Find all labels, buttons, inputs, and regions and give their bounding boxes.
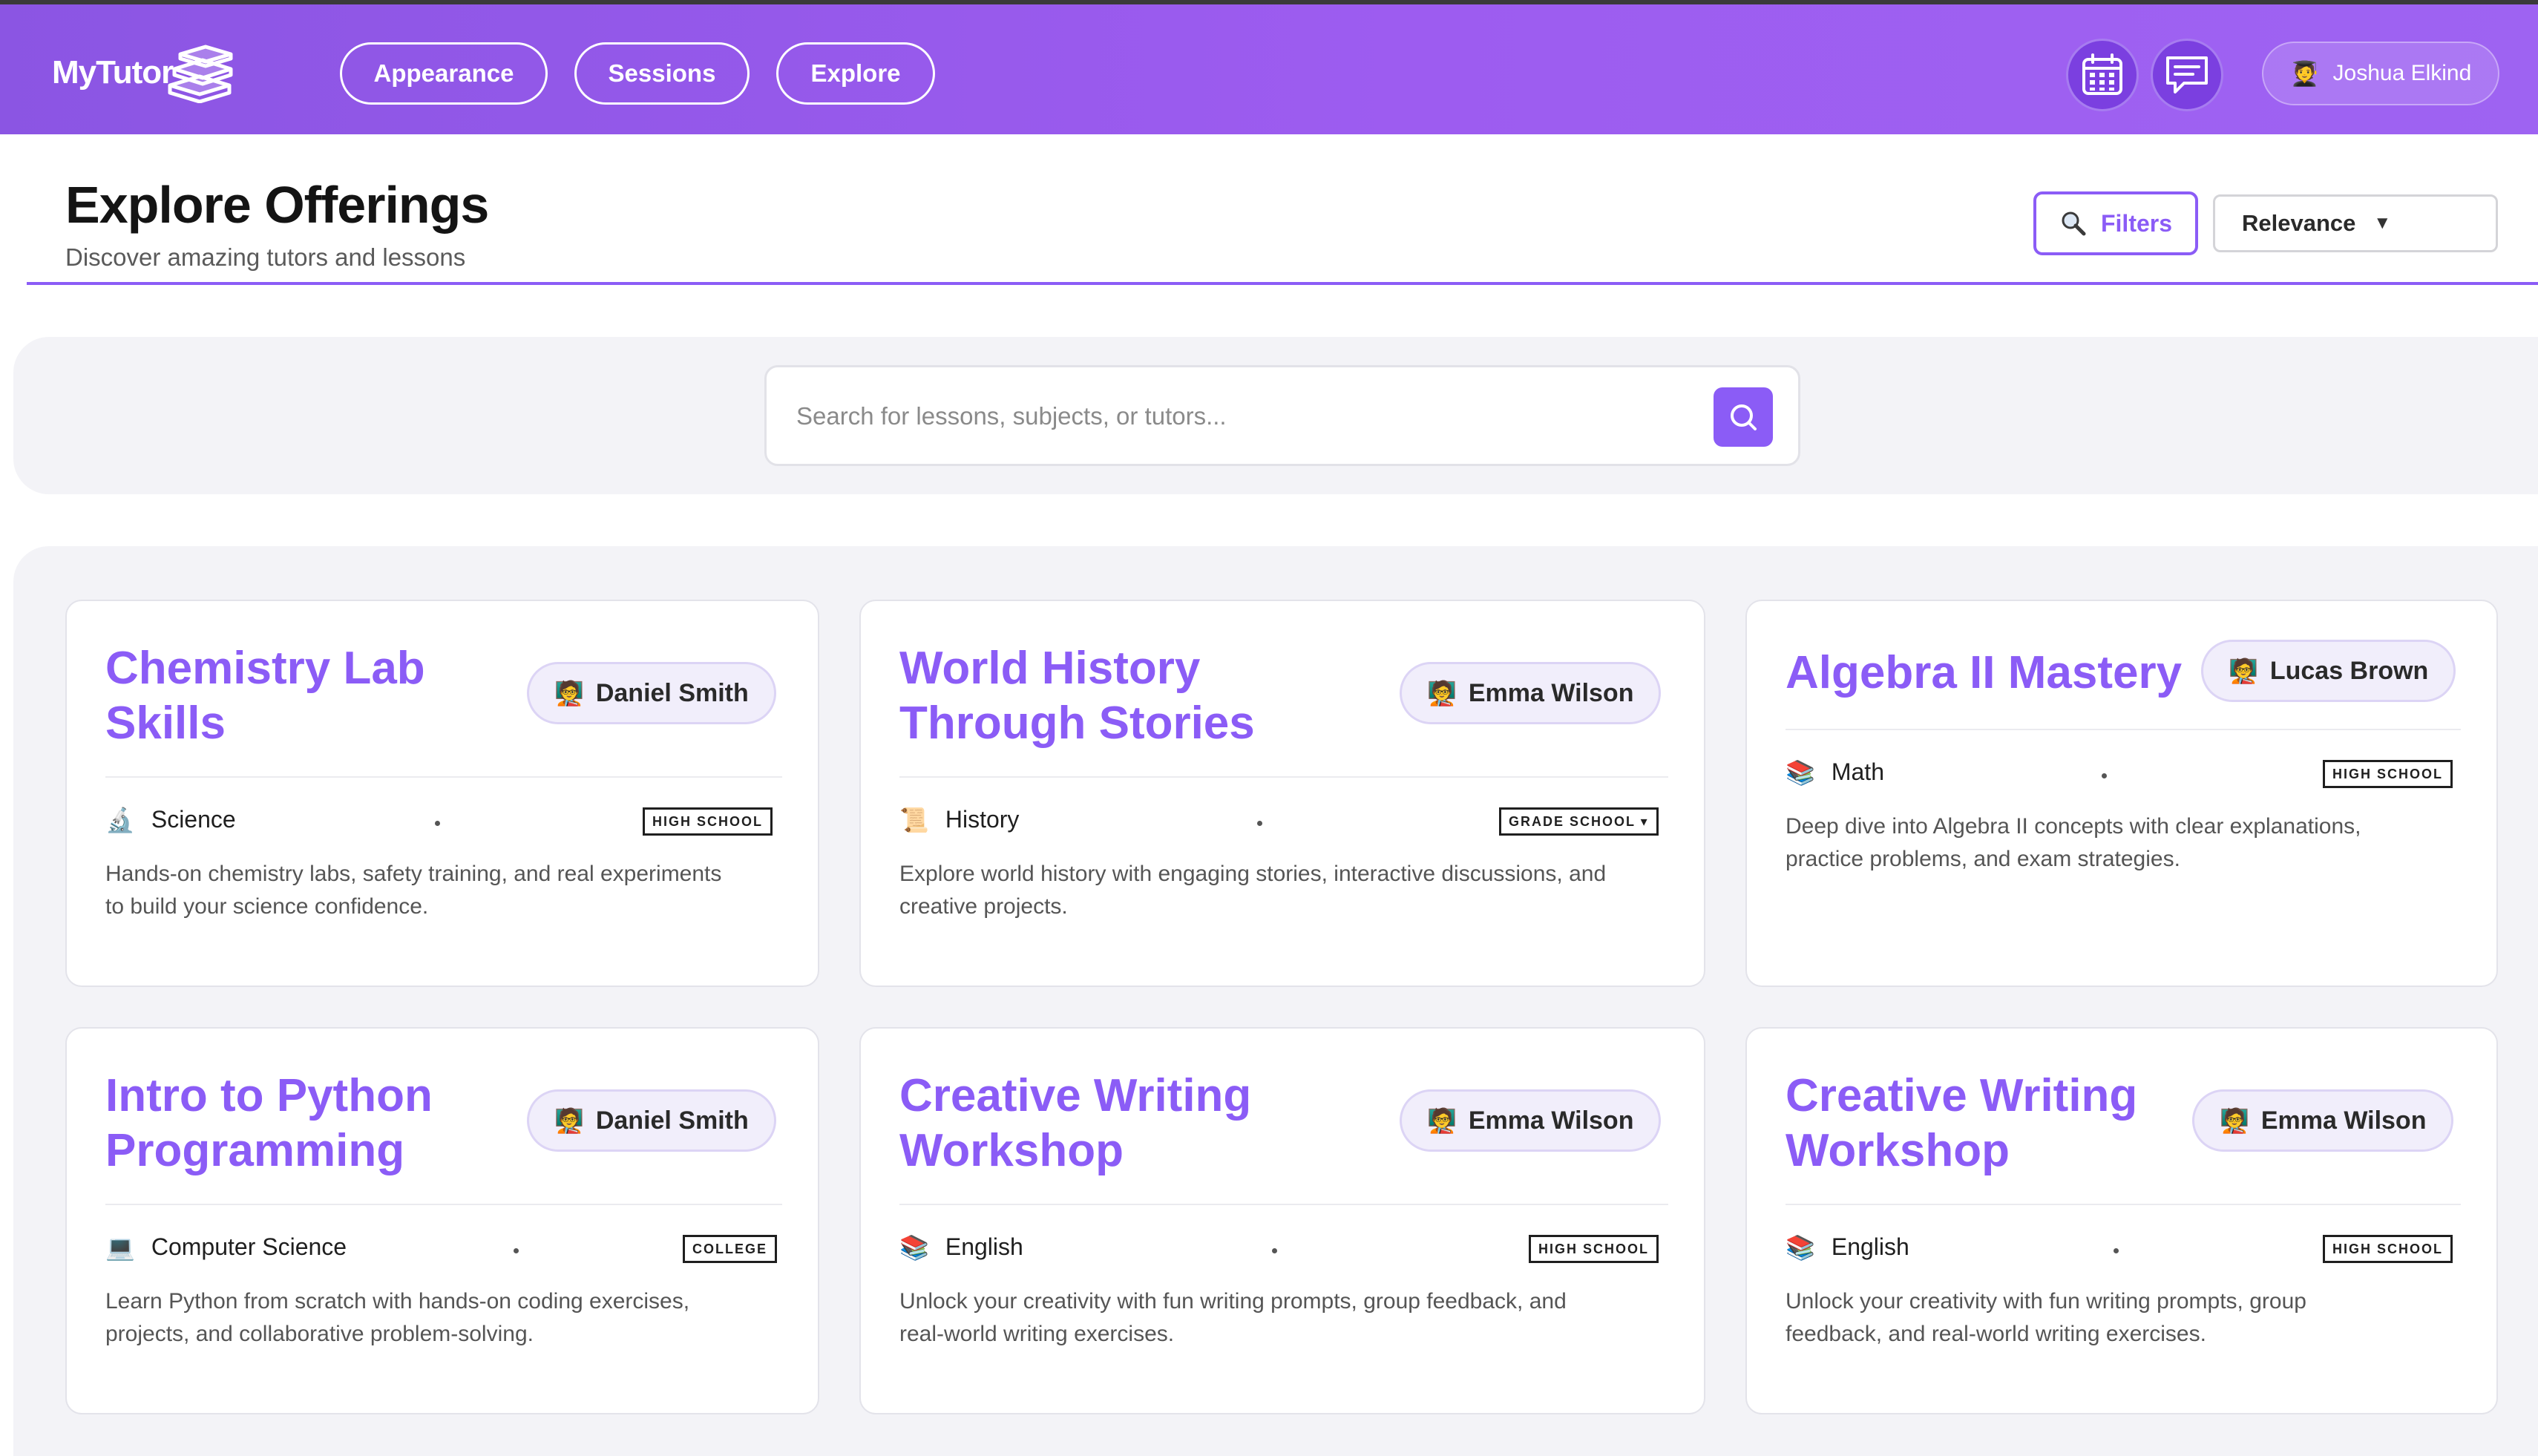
calendar-icon	[2082, 53, 2122, 95]
books-icon: 📚	[1786, 758, 1815, 787]
books-logo-icon	[168, 45, 233, 103]
card-divider	[899, 776, 1668, 778]
brand-name: MyTutor	[52, 54, 174, 91]
books-icon: 📚	[899, 1233, 929, 1262]
sort-value: Relevance	[2242, 210, 2356, 236]
tutor-name: Lucas Brown	[2269, 656, 2429, 685]
search-icon	[1731, 404, 1757, 430]
level-badge: HIGH SCHOOL	[2323, 760, 2453, 788]
offering-card[interactable]: Chemistry Lab Skills 🧑‍🏫 Daniel Smith 🔬 S…	[65, 600, 819, 987]
offering-description: Hands-on chemistry labs, safety training…	[105, 862, 722, 919]
subject-row: 📜 History	[899, 806, 1019, 833]
tutor-name: Emma Wilson	[1468, 678, 1634, 707]
separator-dot	[435, 821, 440, 826]
offering-description: Deep dive into Algebra II concepts with …	[1786, 814, 2361, 871]
top-navbar: MyTutor Appearance Sessions Explore	[0, 4, 2538, 134]
subject-row: 💻 Computer Science	[105, 1233, 347, 1261]
filters-label: Filters	[2100, 209, 2173, 237]
offering-card[interactable]: World History Through Stories 🧑‍🏫 Emma Wi…	[859, 600, 1705, 987]
teacher-icon: 🧑‍🏫	[2229, 657, 2258, 685]
subject-label: Science	[151, 806, 236, 833]
offering-description: Explore world history with engaging stor…	[899, 862, 1607, 919]
offering-card[interactable]: Algebra II Mastery 🧑‍🏫 Lucas Brown 📚 Mat…	[1745, 600, 2498, 987]
teacher-icon: 🧑‍🏫	[1427, 1106, 1457, 1135]
user-menu-button[interactable]: 🧑‍🎓 Joshua Elkind	[2262, 42, 2499, 105]
tutor-badge[interactable]: 🧑‍🏫 Emma Wilson	[1400, 662, 1662, 724]
subject-row: 📚 English	[899, 1233, 1023, 1261]
subject-label: English	[1831, 1233, 1909, 1260]
subject-label: History	[945, 806, 1020, 833]
search-button[interactable]	[1714, 387, 1773, 447]
card-divider	[1786, 729, 2461, 730]
offering-title[interactable]: Intro to Python Programming	[105, 1069, 433, 1178]
separator-dot	[1272, 1248, 1277, 1253]
tutor-badge[interactable]: 🧑‍🏫 Lucas Brown	[2201, 640, 2456, 702]
tutor-badge[interactable]: 🧑‍🏫 Emma Wilson	[1400, 1089, 1662, 1152]
tutor-badge[interactable]: 🧑‍🏫 Daniel Smith	[527, 1089, 776, 1152]
nav-sessions[interactable]: Sessions	[574, 42, 750, 105]
separator-dot	[2114, 1248, 2119, 1253]
offering-description: Unlock your creativity with fun writing …	[899, 1289, 1567, 1346]
tutor-badge[interactable]: 🧑‍🏫 Daniel Smith	[527, 662, 776, 724]
tutor-name: Daniel Smith	[595, 678, 749, 707]
offering-title[interactable]: Creative Writing Workshop	[899, 1069, 1251, 1178]
offering-card[interactable]: Intro to Python Programming 🧑‍🏫 Daniel Sm…	[65, 1027, 819, 1414]
teacher-icon: 🧑‍🏫	[1427, 679, 1457, 707]
offering-description: Unlock your creativity with fun writing …	[1786, 1289, 2306, 1346]
card-divider	[1786, 1204, 2461, 1205]
chevron-down-icon: ▼	[2373, 213, 2392, 233]
page-title: Explore Offerings	[65, 176, 489, 234]
separator-dot	[514, 1248, 519, 1253]
subject-row: 📚 Math	[1786, 758, 1884, 786]
level-badge: COLLEGE	[683, 1235, 778, 1263]
offering-card[interactable]: Creative Writing Workshop 🧑‍🏫 Emma Wilson…	[859, 1027, 1705, 1414]
teacher-icon: 🧑‍🏫	[554, 679, 584, 707]
tutor-badge[interactable]: 🧑‍🏫 Emma Wilson	[2192, 1089, 2454, 1152]
books-icon: 📚	[1786, 1233, 1815, 1262]
level-select[interactable]: GRADE SCHOOL ▾	[1499, 807, 1659, 836]
teacher-icon: 🧑‍🏫	[554, 1106, 584, 1135]
separator-dot	[1257, 821, 1262, 826]
scroll-icon: 📜	[899, 805, 929, 834]
nav-explore[interactable]: Explore	[776, 42, 935, 105]
messages-button[interactable]	[2151, 39, 2223, 111]
search-input[interactable]	[796, 394, 1672, 439]
sort-select[interactable]: Relevance ▼	[2213, 194, 2498, 252]
offering-title[interactable]: World History Through Stories	[899, 641, 1255, 751]
chat-icon	[2166, 56, 2208, 94]
card-divider	[105, 1204, 782, 1205]
magnifier-icon	[2062, 211, 2086, 236]
teacher-icon: 🧑‍🏫	[2220, 1106, 2249, 1135]
tutor-name: Emma Wilson	[1468, 1106, 1634, 1135]
calendar-button[interactable]	[2066, 39, 2139, 111]
separator-dot	[2102, 773, 2107, 778]
laptop-icon: 💻	[105, 1233, 135, 1262]
user-name: Joshua Elkind	[2332, 61, 2472, 85]
nav-appearance[interactable]: Appearance	[340, 42, 548, 105]
subject-label: Math	[1831, 758, 1884, 785]
level-badge: HIGH SCHOOL	[1529, 1235, 1659, 1263]
search-bar	[764, 365, 1800, 466]
offering-title[interactable]: Algebra II Mastery	[1786, 646, 2182, 701]
tutor-name: Daniel Smith	[595, 1106, 749, 1135]
level-badge: HIGH SCHOOL	[643, 807, 773, 836]
subject-label: English	[945, 1233, 1023, 1260]
filters-button[interactable]: Filters	[2033, 191, 2198, 255]
offering-card[interactable]: Creative Writing Workshop 🧑‍🏫 Emma Wilson…	[1745, 1027, 2498, 1414]
tutor-name: Emma Wilson	[2260, 1106, 2427, 1135]
microscope-icon: 🔬	[105, 805, 135, 834]
brand-logo[interactable]: MyTutor	[52, 43, 238, 103]
level-badge: HIGH SCHOOL	[2323, 1235, 2453, 1263]
card-divider	[899, 1204, 1668, 1205]
offering-description: Learn Python from scratch with hands-on …	[105, 1289, 690, 1346]
subject-row: 🔬 Science	[105, 806, 236, 833]
title-divider	[27, 282, 2538, 285]
subject-row: 📚 English	[1786, 1233, 1909, 1261]
subject-label: Computer Science	[151, 1233, 347, 1260]
student-avatar-icon: 🧑‍🎓	[2289, 59, 2320, 88]
offering-title[interactable]: Chemistry Lab Skills	[105, 641, 425, 751]
offering-title[interactable]: Creative Writing Workshop	[1786, 1069, 2137, 1178]
page-subtitle: Discover amazing tutors and lessons	[65, 243, 466, 271]
card-divider	[105, 776, 782, 778]
